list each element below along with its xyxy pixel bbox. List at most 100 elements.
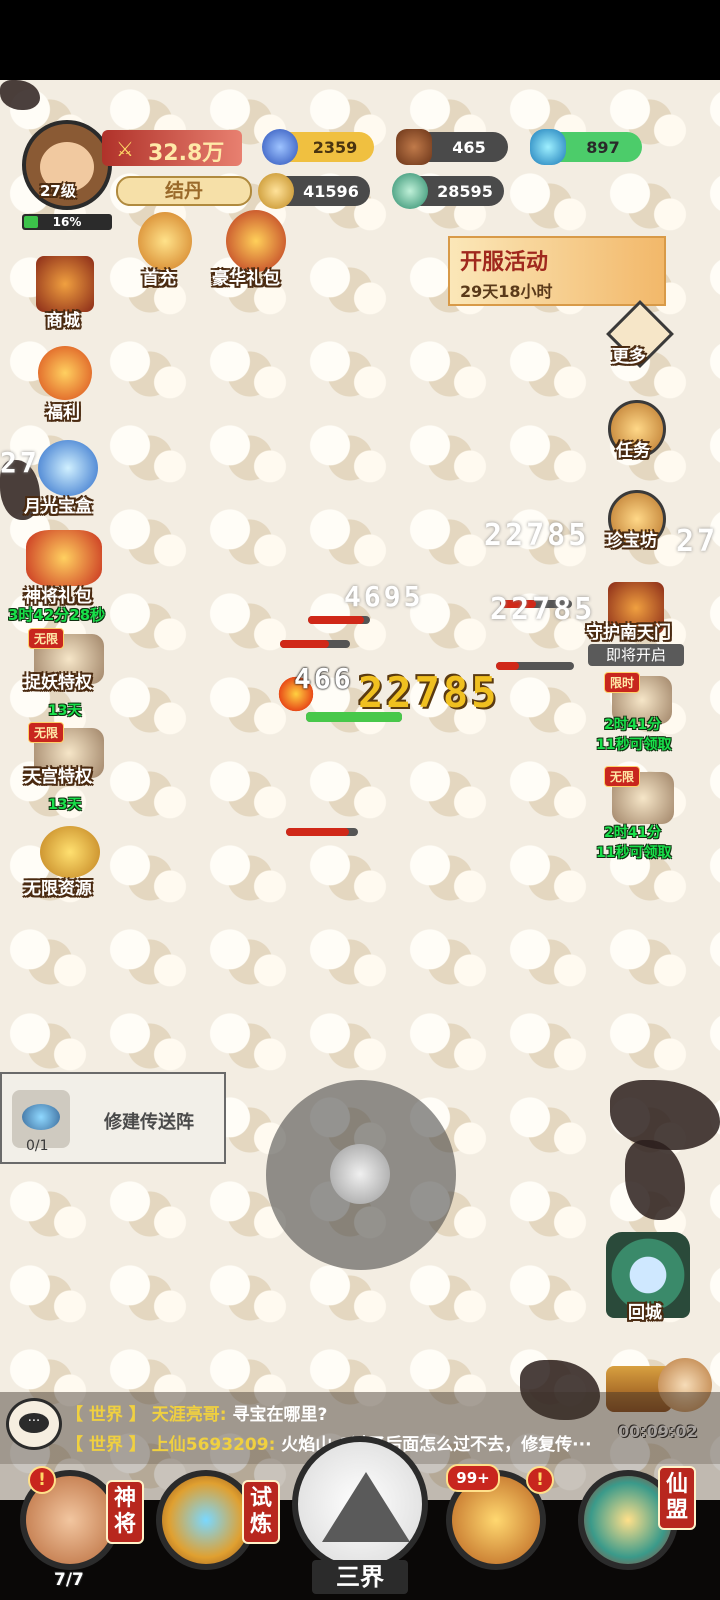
gem-resource[interactable]: 897 (530, 129, 642, 165)
jade-dragon-icon (392, 173, 428, 209)
gem-count: 897 (586, 137, 620, 157)
dark-rock (0, 80, 40, 110)
demon-card-button[interactable]: 无限 捉妖特权 13天 (14, 628, 124, 720)
welfare-button[interactable]: 福利 (20, 346, 110, 426)
generals-count: 7/7 (54, 1570, 84, 1590)
event-countdown: 29天18小时 (460, 282, 553, 301)
damage-number: 22785 (484, 518, 590, 553)
nav-alliance-label: 仙盟 (658, 1466, 696, 1530)
virtual-joystick[interactable] (266, 1080, 456, 1270)
damage-number: 27 (676, 524, 719, 559)
damage-number-crit: 22785 (358, 668, 500, 717)
enemy-hp-bar (286, 828, 358, 836)
general-pack-icon (26, 530, 102, 586)
tasks-button[interactable]: 任务 (604, 398, 674, 468)
south-gate-label: 守护南天门 (586, 623, 671, 643)
more-button[interactable]: 更多 (604, 300, 674, 376)
gift-warrior-icon (226, 210, 286, 272)
orb-count: 2359 (312, 137, 358, 157)
dark-rock (625, 1140, 685, 1220)
wood-log-icon (396, 129, 432, 165)
damage-number: 466 (294, 662, 354, 695)
jade-resource[interactable]: 28595 (392, 173, 504, 209)
welfare-flower-icon (38, 346, 92, 400)
status-bar-area (0, 0, 720, 80)
nav-treasure[interactable]: 99+ ! (446, 1464, 556, 1590)
trial-beast-icon (156, 1470, 256, 1570)
return-city-label: 回城 (628, 1303, 662, 1323)
moonlight-box-label: 月光宝盒 (24, 497, 92, 517)
treasure-shop-button[interactable]: 珍宝坊 (600, 488, 680, 558)
alert-badge: ! (28, 1466, 56, 1494)
unlimited-timer-line1: 2时41分 (604, 825, 662, 841)
general-pack-button[interactable]: 神将礼包 3时42分28秒 (4, 530, 134, 626)
coin-resource[interactable]: 41596 (258, 173, 370, 209)
jade-count: 28595 (437, 181, 493, 201)
spiral-orb-icon (262, 129, 298, 165)
quest-progress: 0/1 (26, 1138, 49, 1154)
limited-timer-line2: 11秒可领取 (596, 737, 672, 753)
shop-pavilion-icon (36, 256, 94, 312)
player-level: 27级 (40, 182, 76, 200)
nav-generals[interactable]: ! 神将 7/7 (20, 1466, 144, 1590)
quest-panel[interactable]: 0/1 修建传送阵 (0, 1072, 226, 1164)
joystick-knob[interactable] (330, 1144, 390, 1204)
welfare-label: 福利 (46, 403, 80, 423)
treasure-pot-icon (40, 826, 100, 878)
monkey-king-icon (138, 212, 192, 270)
exp-percent: 16% (52, 215, 82, 229)
damage-number: 27 (0, 446, 40, 479)
first-charge-label: 首充 (142, 269, 176, 289)
crossed-swords-icon: ⚔ (116, 137, 134, 161)
return-city-button[interactable]: 回城 (606, 1232, 690, 1328)
more-label: 更多 (612, 347, 646, 367)
unlimited-reward-button[interactable]: 无限 2时41分 11秒可领取 (596, 766, 706, 866)
palace-card-label: 天宫特权 (24, 767, 92, 787)
nav-trial[interactable]: 试炼 (156, 1470, 280, 1590)
luxury-pack-label: 豪华礼包 (212, 269, 280, 289)
rank-badge[interactable]: 结丹 (116, 176, 252, 206)
luxury-pack-button[interactable]: 豪华礼包 (212, 210, 302, 294)
palace-card-button[interactable]: 无限 天宫特权 13天 (14, 722, 124, 814)
quest-title: 修建传送阵 (104, 1112, 194, 1133)
unlimited-tag: 无限 (28, 722, 65, 743)
chat-bubble-icon[interactable]: ··· (6, 1398, 62, 1450)
palace-card-days: 13天 (48, 797, 82, 813)
nav-three-realms[interactable]: 三界 (292, 1436, 428, 1600)
nav-three-realms-label: 三界 (312, 1560, 408, 1594)
shop-label: 商城 (46, 311, 80, 331)
enemy-hp-bar (280, 640, 350, 648)
south-gate-button[interactable]: 守护南天门 即将开启 (582, 580, 692, 670)
tasks-label: 任务 (616, 441, 650, 461)
orb-resource[interactable]: 2359 (262, 129, 374, 165)
power-value: 32.8万 (148, 141, 225, 166)
unlimited-tag: 无限 (28, 628, 65, 649)
unlimited-timer-line2: 11秒可领取 (596, 845, 672, 861)
coin-count: 41596 (303, 181, 359, 201)
limited-timer-line1: 2时41分 (604, 717, 662, 733)
unlimited-resource-label: 无限资源 (24, 879, 92, 899)
limited-reward-button[interactable]: 限时 2时41分 11秒可领取 (596, 672, 706, 758)
chat-line: 【 世界 】 天涯亮哥: 寻宝在哪里? (66, 1405, 328, 1425)
enemy-hp-bar (308, 616, 370, 624)
treasure-shop-label: 珍宝坊 (606, 531, 657, 551)
moonlight-box-icon (38, 440, 98, 496)
event-title: 开服活动 (460, 250, 549, 275)
wood-resource[interactable]: 465 (396, 129, 508, 165)
gem-icon (530, 129, 566, 165)
demon-card-label: 捉妖特权 (24, 673, 92, 693)
wood-count: 465 (452, 137, 486, 157)
unlimited-resource-button[interactable]: 无限资源 (14, 826, 124, 906)
enemy-hp-bar (496, 662, 574, 670)
limited-tag: 限时 (604, 672, 641, 693)
nav-trial-label: 试炼 (242, 1480, 280, 1544)
rank-label: 结丹 (164, 180, 203, 202)
general-pack-timer: 3时42分28秒 (8, 606, 106, 624)
nav-alliance[interactable]: 仙盟 (578, 1466, 696, 1590)
exp-bar: 16% (22, 214, 112, 230)
first-charge-button[interactable]: 首充 (128, 212, 198, 292)
nav-generals-label: 神将 (106, 1480, 144, 1544)
shop-button[interactable]: 商城 (20, 256, 110, 336)
server-event-banner[interactable]: 开服活动 29天18小时 (448, 236, 666, 306)
alert-badge: ! (526, 1466, 554, 1494)
